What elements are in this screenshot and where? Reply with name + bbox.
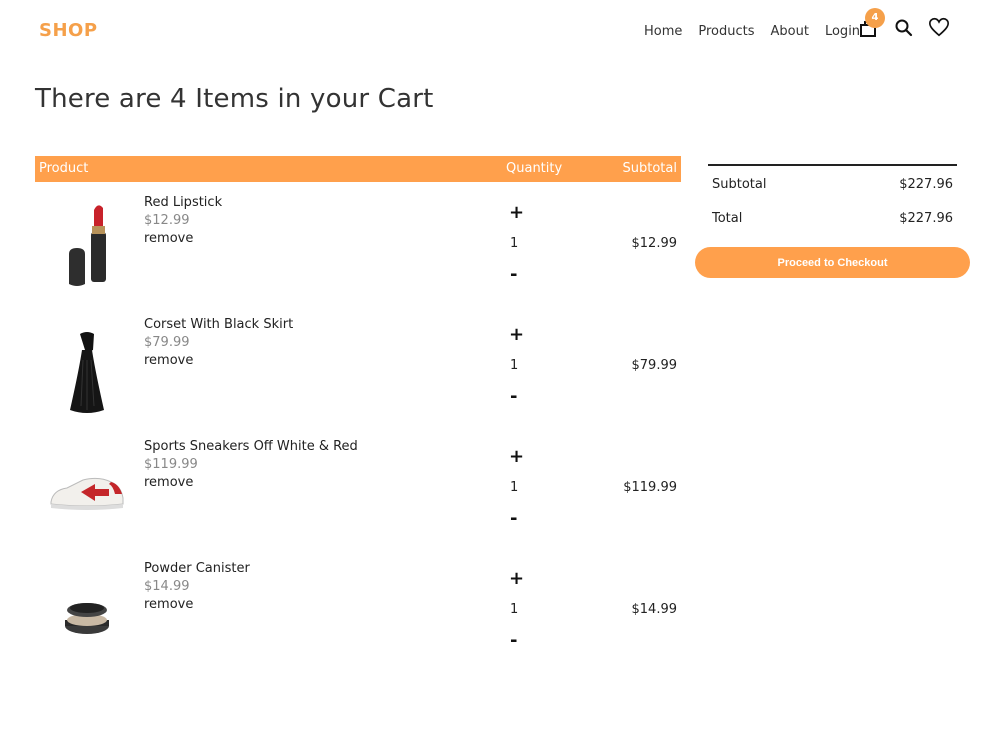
- summary-subtotal-value: $227.96: [899, 177, 953, 192]
- nav-about[interactable]: About: [771, 24, 809, 39]
- remove-button[interactable]: remove: [144, 231, 193, 246]
- page-title: There are 4 Items in your Cart: [35, 84, 434, 114]
- site-header: SHOP Home Products About Login 4: [0, 0, 1000, 64]
- item-name[interactable]: Red Lipstick: [144, 195, 222, 210]
- cart-count-badge: 4: [865, 8, 885, 28]
- qty-increase-button[interactable]: +: [509, 446, 524, 467]
- item-name[interactable]: Sports Sneakers Off White & Red: [144, 439, 358, 454]
- cart-row: Powder Canister $14.99 remove + 1 - $14.…: [35, 548, 681, 670]
- qty-increase-button[interactable]: +: [509, 568, 524, 589]
- header-subtotal: Subtotal: [622, 161, 677, 176]
- item-name[interactable]: Powder Canister: [144, 561, 250, 576]
- qty-increase-button[interactable]: +: [509, 202, 524, 223]
- summary-subtotal-row: Subtotal $227.96: [708, 166, 957, 200]
- item-price: $12.99: [144, 213, 190, 228]
- proceed-to-checkout-button[interactable]: Proceed to Checkout: [695, 247, 970, 278]
- nav-products[interactable]: Products: [698, 24, 754, 39]
- powder-icon: [47, 564, 127, 660]
- sneaker-icon: [47, 442, 127, 538]
- remove-button[interactable]: remove: [144, 353, 193, 368]
- qty-decrease-button[interactable]: -: [510, 630, 517, 651]
- qty-value: 1: [510, 236, 519, 251]
- lipstick-icon: [47, 198, 127, 294]
- qty-decrease-button[interactable]: -: [510, 386, 517, 407]
- main-nav: Home Products About Login: [644, 24, 876, 39]
- header-icons: 4: [858, 8, 958, 40]
- logo[interactable]: SHOP: [39, 20, 98, 41]
- cart-table: Product Quantity Subtotal Red Lipstick $…: [35, 156, 681, 670]
- cart-row: Corset With Black Skirt $79.99 remove + …: [35, 304, 681, 426]
- qty-value: 1: [510, 480, 519, 495]
- remove-button[interactable]: remove: [144, 597, 193, 612]
- cart-row: Sports Sneakers Off White & Red $119.99 …: [35, 426, 681, 548]
- order-summary: Subtotal $227.96 Total $227.96: [708, 164, 957, 234]
- remove-button[interactable]: remove: [144, 475, 193, 490]
- qty-value: 1: [510, 602, 519, 617]
- summary-total-label: Total: [712, 211, 743, 226]
- nav-home[interactable]: Home: [644, 24, 682, 39]
- header-product: Product: [39, 161, 89, 176]
- qty-decrease-button[interactable]: -: [510, 264, 517, 285]
- row-subtotal: $12.99: [631, 236, 678, 251]
- dress-icon: [47, 320, 127, 416]
- header-quantity: Quantity: [506, 161, 563, 176]
- row-subtotal: $119.99: [623, 480, 677, 495]
- item-price: $119.99: [144, 457, 198, 472]
- qty-decrease-button[interactable]: -: [510, 508, 517, 529]
- summary-total-value: $227.96: [899, 211, 953, 226]
- table-header: Product Quantity Subtotal: [35, 156, 681, 182]
- item-name[interactable]: Corset With Black Skirt: [144, 317, 293, 332]
- summary-subtotal-label: Subtotal: [712, 177, 767, 192]
- heart-icon[interactable]: [928, 16, 950, 38]
- item-price: $14.99: [144, 579, 190, 594]
- shopping-bag-icon[interactable]: 4: [858, 8, 885, 40]
- row-subtotal: $14.99: [631, 602, 678, 617]
- qty-value: 1: [510, 358, 519, 373]
- search-icon[interactable]: [894, 18, 916, 40]
- item-price: $79.99: [144, 335, 190, 350]
- nav-login[interactable]: Login: [825, 24, 860, 39]
- qty-increase-button[interactable]: +: [509, 324, 524, 345]
- summary-total-row: Total $227.96: [708, 200, 957, 234]
- cart-row: Red Lipstick $12.99 remove + 1 - $12.99: [35, 182, 681, 304]
- row-subtotal: $79.99: [631, 358, 678, 373]
